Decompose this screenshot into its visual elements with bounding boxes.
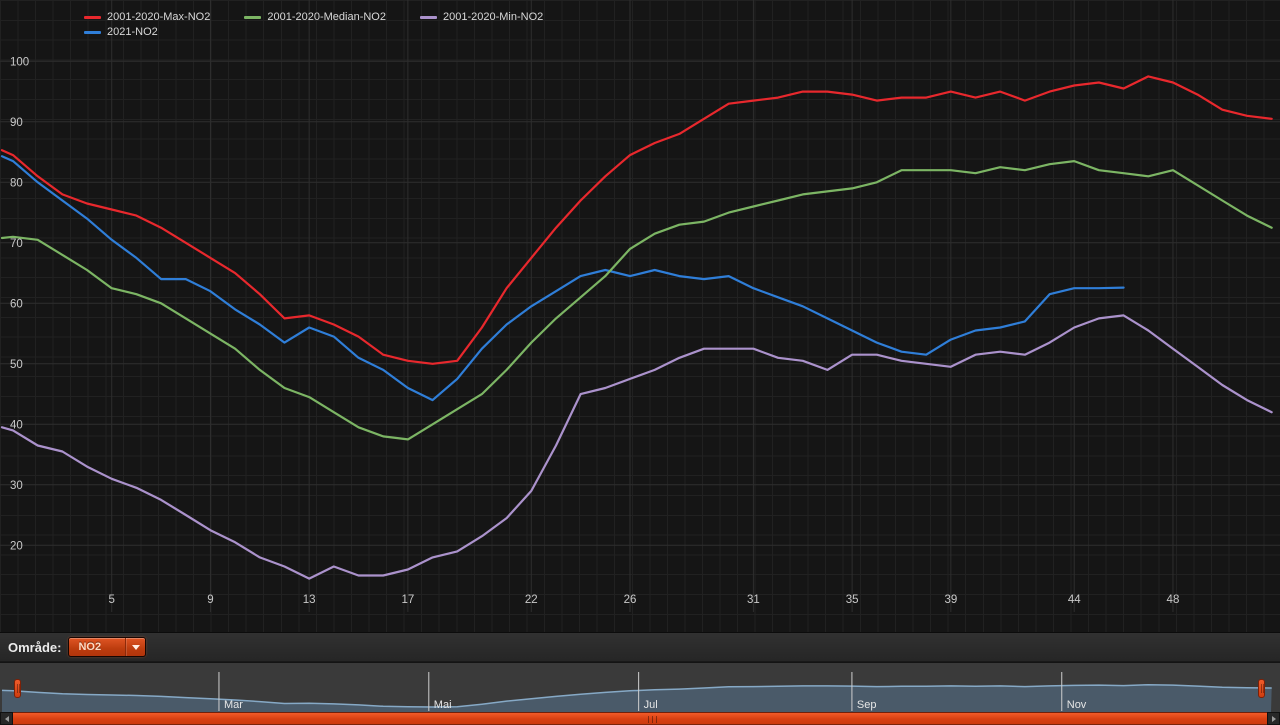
navigator-month-label: Mai xyxy=(434,699,452,711)
legend-swatch-icon xyxy=(84,31,101,34)
chevron-down-icon xyxy=(131,644,140,650)
legend-label: 2001-2020-Median-NO2 xyxy=(267,11,386,23)
navigator-right-handle[interactable] xyxy=(1258,679,1265,698)
legend-label: 2001-2020-Max-NO2 xyxy=(107,11,211,23)
y-axis-label: 80 xyxy=(10,177,23,189)
navigator-canvas: Mar Mai Jul Sep Nov xyxy=(1,672,1272,712)
x-axis-label: 39 xyxy=(944,594,957,606)
major-gridlines xyxy=(0,0,1280,612)
area-dropdown[interactable]: NO2 xyxy=(68,637,147,657)
y-axis-label: 100 xyxy=(10,56,29,68)
navigator-month-label: Nov xyxy=(1067,699,1087,711)
navigator-month-label: Jul xyxy=(644,699,658,711)
x-axis-label: 13 xyxy=(303,594,316,606)
y-axis-label: 40 xyxy=(10,419,23,431)
x-axis-label: 5 xyxy=(109,594,115,606)
axis-labels: 100 90 80 70 60 50 40 30 20 5 9 13 17 22 26 31 35 39 44 48 xyxy=(10,56,1179,606)
legend-item[interactable]: 2001-2020-Median-NO2 xyxy=(244,10,386,25)
area-selector-bar: Område: NO2 xyxy=(0,632,1280,662)
legend-label: 2021-NO2 xyxy=(107,26,158,38)
scrollbar-grip-icon[interactable] xyxy=(646,716,659,723)
scrollbar-right-button[interactable] xyxy=(1267,712,1280,725)
x-axis-label: 17 xyxy=(401,594,414,606)
legend-label: 2001-2020-Min-NO2 xyxy=(442,11,544,23)
y-axis-label: 60 xyxy=(10,298,23,310)
arrow-left-icon xyxy=(4,715,9,722)
legend-row-1: 2001-2020-Max-NO2 2001-2020-Median-NO2 200… xyxy=(84,10,543,25)
x-axis-label: 22 xyxy=(525,594,538,606)
y-axis-label: 90 xyxy=(10,117,23,129)
x-axis-label: 9 xyxy=(207,594,213,606)
legend-item[interactable]: 2001-2020-Min-NO2 xyxy=(419,10,544,25)
navigator-month-label: Sep xyxy=(857,699,877,711)
legend-row-2: 2021-NO2 xyxy=(84,25,543,40)
scrollbar-track[interactable] xyxy=(13,712,1267,725)
chart-canvas: 100 90 80 70 60 50 40 30 20 5 9 13 17 22 26 31 35 39 44 48 xyxy=(0,0,1280,612)
legend-item[interactable]: 2001-2020-Max-NO2 xyxy=(84,10,210,25)
chart-scrollbar xyxy=(0,712,1280,725)
x-axis-label: 35 xyxy=(846,594,859,606)
series-line-2001-2020-Max-NO2 xyxy=(0,75,1273,365)
y-axis-label: 70 xyxy=(10,238,23,250)
legend-swatch-icon xyxy=(84,16,101,19)
area-dropdown-arrow-box[interactable] xyxy=(125,638,145,656)
area-dropdown-value: NO2 xyxy=(78,641,102,653)
y-axis-label: 20 xyxy=(10,540,23,552)
x-axis-label: 44 xyxy=(1068,594,1081,606)
y-axis-label: 30 xyxy=(10,480,23,492)
app-window: 100 90 80 70 60 50 40 30 20 5 9 13 17 22 26 31 35 39 44 48 … xyxy=(0,0,1280,725)
chart-legend: 2001-2020-Max-NO2 2001-2020-Median-NO2 200… xyxy=(84,10,543,40)
x-axis-label: 48 xyxy=(1167,594,1180,606)
x-axis-label: 26 xyxy=(624,594,637,606)
scrollbar-left-button[interactable] xyxy=(0,712,13,725)
x-axis-label: 31 xyxy=(747,594,760,606)
arrow-right-icon xyxy=(1271,715,1276,722)
legend-item[interactable]: 2021-NO2 xyxy=(84,25,158,40)
legend-swatch-icon xyxy=(419,16,437,19)
series-line-2001-2020-Min-NO2 xyxy=(0,314,1273,580)
area-selector-label: Område: xyxy=(8,639,62,655)
range-navigator[interactable]: Mar Mai Jul Sep Nov xyxy=(0,662,1280,712)
y-axis-label: 50 xyxy=(10,359,23,371)
legend-swatch-icon xyxy=(244,16,262,19)
navigator-left-handle[interactable] xyxy=(14,679,21,698)
navigator-month-label: Mar xyxy=(224,699,243,711)
series-line-2001-2020-Median-NO2 xyxy=(0,160,1273,441)
main-chart: 100 90 80 70 60 50 40 30 20 5 9 13 17 22 26 31 35 39 44 48 … xyxy=(0,0,1280,632)
